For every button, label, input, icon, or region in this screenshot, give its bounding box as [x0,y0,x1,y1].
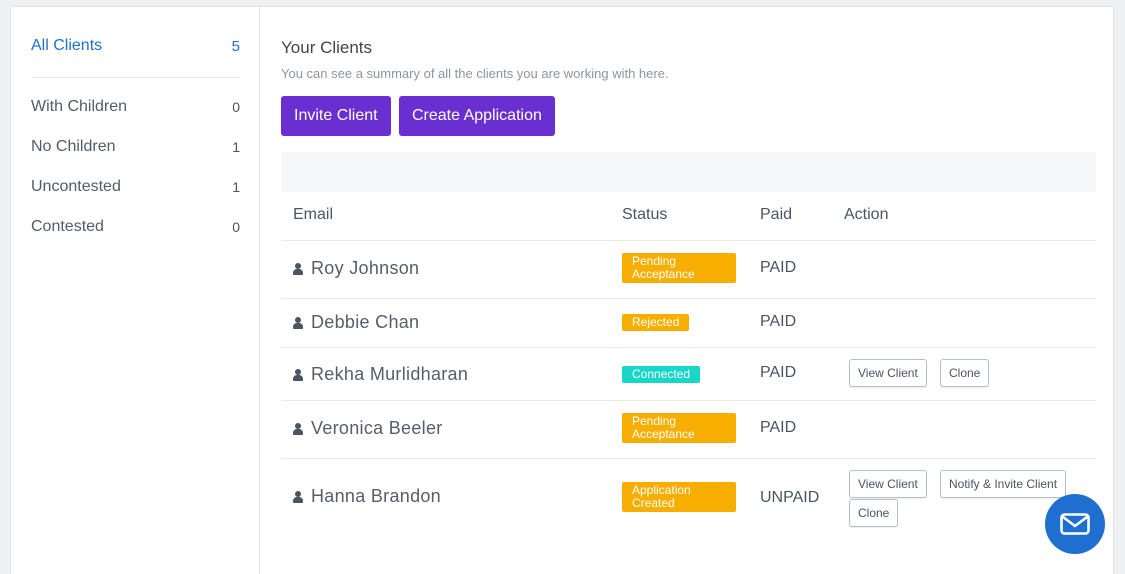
sidebar-item-label: With Children [31,98,128,115]
paid-status: PAID [760,313,797,330]
sidebar-item-count: 1 [232,179,240,195]
client-name-text: Roy Johnson [311,258,420,278]
client-name[interactable]: Roy Johnson [293,258,419,279]
sidebar-item-count: 5 [231,37,240,55]
paid-status: PAID [760,419,797,436]
client-name-text: Hanna Brandon [311,486,441,506]
paid-status: UNPAID [760,489,820,506]
sidebar-item-label: Contested [31,218,104,235]
column-header-action: Action [844,206,889,223]
client-name-text: Veronica Beeler [311,418,443,438]
clone-button[interactable]: Clone [940,359,990,387]
sidebar-item-uncontested[interactable]: Uncontested 1 [31,178,240,196]
client-name-text: Debbie Chan [311,312,420,332]
status-badge: Pending Acceptance [622,413,736,443]
sidebar-item-contested[interactable]: Contested 0 [31,218,240,236]
main-content: Your Clients You can see a summary of al… [281,7,1096,574]
user-icon [293,422,303,435]
sidebar-item-no-children[interactable]: No Children 1 [31,138,240,156]
column-header-email: Email [293,206,334,223]
sidebar-item-count: 0 [232,99,240,115]
row-divider [281,240,1096,241]
status-badge: Application Created [622,482,736,512]
filter-bar [281,152,1096,192]
status-badge: Rejected [622,314,690,331]
user-icon [293,490,303,503]
user-icon [293,316,303,329]
sidebar-item-all-clients[interactable]: All Clients 5 [31,37,240,55]
notify-invite-client-button[interactable]: Notify & Invite Client [940,470,1067,498]
row-divider [281,298,1096,299]
sidebar-item-label: All Clients [31,37,103,54]
view-client-button[interactable]: View Client [849,359,927,387]
create-application-button[interactable]: Create Application [399,96,555,136]
client-name[interactable]: Hanna Brandon [293,486,441,507]
user-icon [293,262,303,275]
clients-card: All Clients 5 With Children 0 No Childre… [10,6,1114,574]
status-badge: Pending Acceptance [622,253,736,283]
sidebar-item-with-children[interactable]: With Children 0 [31,98,240,116]
clone-button[interactable]: Clone [849,499,899,527]
client-name[interactable]: Rekha Murlidharan [293,364,468,385]
row-divider [281,400,1096,401]
column-header-status: Status [622,206,668,223]
page-title: Your Clients [281,38,373,57]
paid-status: PAID [760,364,797,381]
sidebar-item-count: 1 [232,139,240,155]
paid-status: PAID [760,259,797,276]
view-client-button[interactable]: View Client [849,470,927,498]
page-subtitle: You can see a summary of all the clients… [281,66,669,81]
row-divider [281,347,1096,348]
message-button[interactable] [1045,494,1105,554]
sidebar-item-label: Uncontested [31,178,121,195]
invite-client-button[interactable]: Invite Client [281,96,391,136]
column-header-paid: Paid [760,206,793,223]
user-icon [293,368,303,381]
sidebar-item-count: 0 [232,219,240,235]
sidebar-divider [31,77,240,78]
envelope-icon [1060,513,1090,535]
client-name[interactable]: Debbie Chan [293,312,419,333]
sidebar-item-label: No Children [31,138,116,155]
client-name-text: Rekha Murlidharan [311,364,469,384]
client-name[interactable]: Veronica Beeler [293,418,443,439]
row-divider [281,458,1096,459]
sidebar: All Clients 5 With Children 0 No Childre… [11,7,260,574]
status-badge: Connected [622,366,701,383]
